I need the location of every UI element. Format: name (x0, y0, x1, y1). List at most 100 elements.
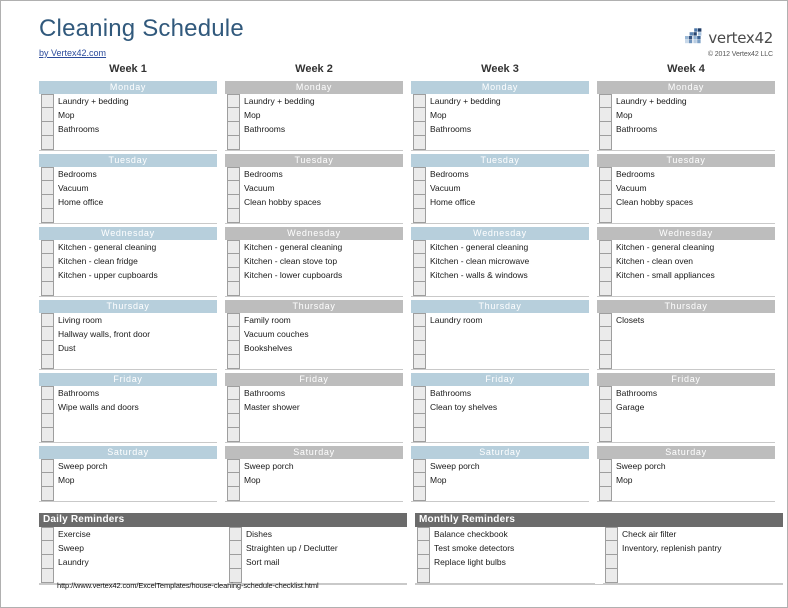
task-checkbox[interactable] (41, 181, 54, 195)
task-checkbox[interactable] (41, 108, 54, 122)
task-checkbox[interactable] (599, 459, 612, 473)
task-checkbox[interactable] (227, 94, 240, 108)
task-checkbox[interactable] (41, 313, 54, 327)
task-checkbox[interactable] (41, 167, 54, 181)
task-checkbox[interactable] (227, 268, 240, 282)
task-checkbox[interactable] (599, 268, 612, 282)
task-checkbox[interactable] (605, 555, 618, 569)
task-checkbox[interactable] (41, 268, 54, 282)
task-checkbox[interactable] (41, 527, 54, 541)
task-checkbox[interactable] (41, 414, 54, 428)
task-checkbox[interactable] (413, 459, 426, 473)
task-checkbox[interactable] (413, 282, 426, 296)
task-checkbox[interactable] (229, 541, 242, 555)
task-checkbox[interactable] (417, 569, 430, 583)
task-checkbox[interactable] (227, 414, 240, 428)
task-checkbox[interactable] (413, 313, 426, 327)
task-checkbox[interactable] (599, 327, 612, 341)
task-checkbox[interactable] (413, 254, 426, 268)
task-checkbox[interactable] (413, 195, 426, 209)
task-checkbox[interactable] (227, 327, 240, 341)
task-checkbox[interactable] (599, 254, 612, 268)
task-checkbox[interactable] (413, 240, 426, 254)
task-checkbox[interactable] (599, 167, 612, 181)
task-checkbox[interactable] (41, 541, 54, 555)
task-checkbox[interactable] (229, 527, 242, 541)
task-checkbox[interactable] (41, 122, 54, 136)
task-checkbox[interactable] (41, 341, 54, 355)
task-checkbox[interactable] (413, 327, 426, 341)
task-checkbox[interactable] (227, 487, 240, 501)
task-checkbox[interactable] (599, 313, 612, 327)
task-checkbox[interactable] (41, 487, 54, 501)
task-checkbox[interactable] (41, 569, 54, 583)
task-checkbox[interactable] (599, 386, 612, 400)
vertex42-byline-link[interactable]: by Vertex42.com (39, 48, 106, 58)
task-checkbox[interactable] (599, 487, 612, 501)
task-checkbox[interactable] (599, 414, 612, 428)
task-checkbox[interactable] (227, 313, 240, 327)
task-checkbox[interactable] (413, 355, 426, 369)
task-checkbox[interactable] (227, 459, 240, 473)
task-checkbox[interactable] (41, 327, 54, 341)
task-checkbox[interactable] (413, 386, 426, 400)
task-checkbox[interactable] (227, 355, 240, 369)
task-checkbox[interactable] (599, 209, 612, 223)
task-checkbox[interactable] (227, 282, 240, 296)
task-checkbox[interactable] (41, 254, 54, 268)
task-checkbox[interactable] (227, 122, 240, 136)
task-checkbox[interactable] (413, 400, 426, 414)
task-checkbox[interactable] (41, 400, 54, 414)
task-checkbox[interactable] (413, 167, 426, 181)
task-checkbox[interactable] (599, 355, 612, 369)
task-checkbox[interactable] (41, 209, 54, 223)
task-checkbox[interactable] (599, 428, 612, 442)
task-checkbox[interactable] (599, 181, 612, 195)
task-checkbox[interactable] (413, 108, 426, 122)
task-checkbox[interactable] (41, 136, 54, 150)
task-checkbox[interactable] (413, 473, 426, 487)
task-checkbox[interactable] (227, 136, 240, 150)
task-checkbox[interactable] (599, 195, 612, 209)
task-checkbox[interactable] (227, 400, 240, 414)
task-checkbox[interactable] (599, 122, 612, 136)
task-checkbox[interactable] (413, 341, 426, 355)
task-checkbox[interactable] (599, 282, 612, 296)
task-checkbox[interactable] (41, 195, 54, 209)
task-checkbox[interactable] (599, 473, 612, 487)
task-checkbox[interactable] (413, 487, 426, 501)
task-checkbox[interactable] (605, 569, 618, 583)
task-checkbox[interactable] (599, 240, 612, 254)
task-checkbox[interactable] (227, 254, 240, 268)
task-checkbox[interactable] (605, 527, 618, 541)
task-checkbox[interactable] (599, 136, 612, 150)
task-checkbox[interactable] (413, 181, 426, 195)
task-checkbox[interactable] (599, 400, 612, 414)
task-checkbox[interactable] (599, 341, 612, 355)
task-checkbox[interactable] (41, 428, 54, 442)
task-checkbox[interactable] (229, 555, 242, 569)
task-checkbox[interactable] (41, 386, 54, 400)
task-checkbox[interactable] (227, 386, 240, 400)
task-checkbox[interactable] (417, 527, 430, 541)
task-checkbox[interactable] (227, 167, 240, 181)
task-checkbox[interactable] (41, 240, 54, 254)
task-checkbox[interactable] (599, 94, 612, 108)
task-checkbox[interactable] (413, 136, 426, 150)
task-checkbox[interactable] (227, 108, 240, 122)
task-checkbox[interactable] (227, 209, 240, 223)
task-checkbox[interactable] (227, 240, 240, 254)
task-checkbox[interactable] (41, 282, 54, 296)
task-checkbox[interactable] (417, 541, 430, 555)
task-checkbox[interactable] (227, 428, 240, 442)
task-checkbox[interactable] (413, 209, 426, 223)
task-checkbox[interactable] (413, 94, 426, 108)
task-checkbox[interactable] (227, 473, 240, 487)
task-checkbox[interactable] (41, 473, 54, 487)
task-checkbox[interactable] (41, 459, 54, 473)
task-checkbox[interactable] (227, 341, 240, 355)
task-checkbox[interactable] (227, 181, 240, 195)
task-checkbox[interactable] (413, 414, 426, 428)
task-checkbox[interactable] (41, 94, 54, 108)
task-checkbox[interactable] (41, 555, 54, 569)
